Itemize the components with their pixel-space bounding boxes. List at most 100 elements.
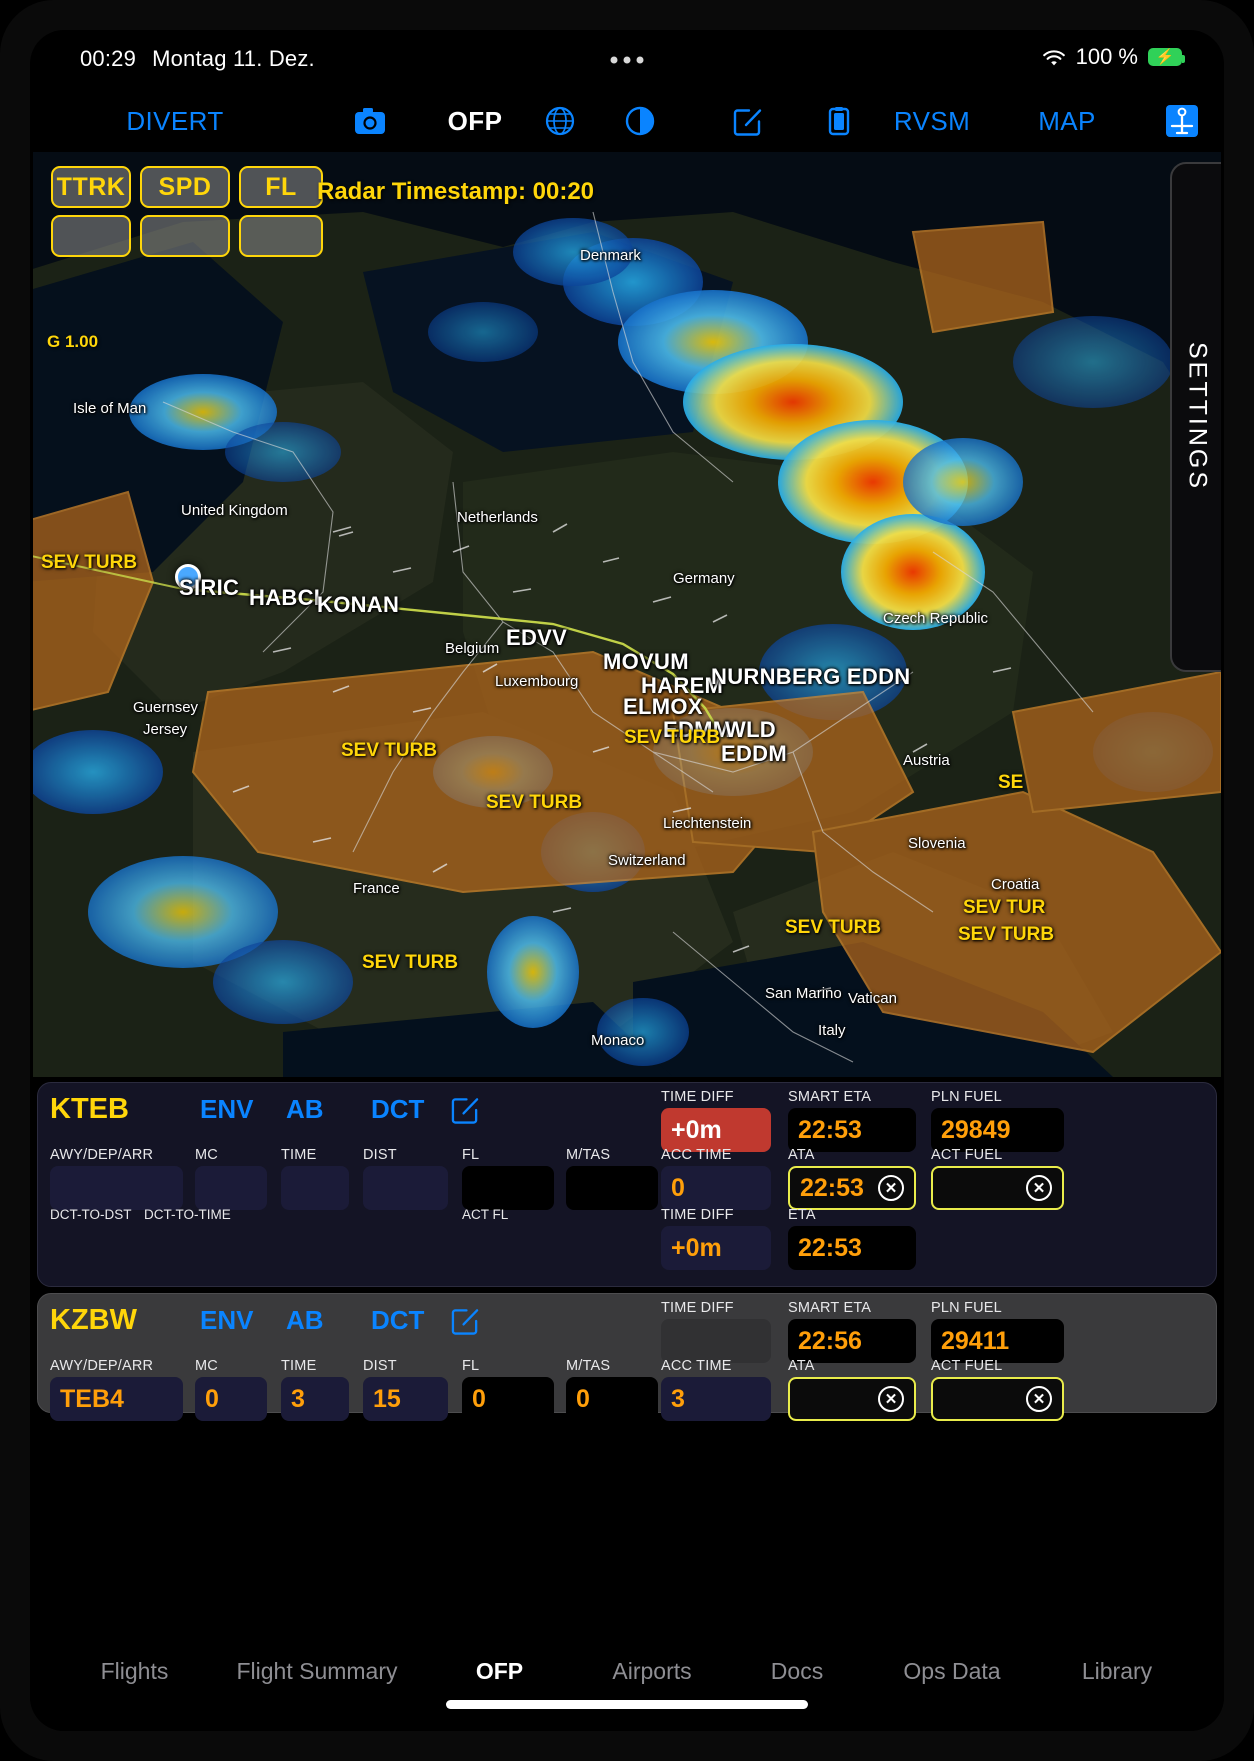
map-sigmet-label: SEV TURB [486,792,583,813]
overlay-button-fl-value[interactable] [239,215,323,257]
overlay-button-ttrk[interactable]: TTRK [51,166,131,208]
value-acc-time-kteb[interactable]: 0 [661,1166,771,1210]
rvsm-button[interactable]: RVSM [872,90,992,152]
dct-button-kzbw[interactable]: DCT [371,1305,451,1336]
globe-icon[interactable] [530,90,590,152]
leg-panel-kzbw[interactable]: KZBW ENV AB DCT AWY/DEP/ARR TEB4 MC 0 TI… [37,1293,1217,1421]
ab-button-kteb[interactable]: AB [286,1094,371,1125]
value-acc-time-kzbw[interactable]: 3 [661,1377,771,1421]
tab-airports[interactable]: Airports [575,1658,730,1685]
weather-radar-map[interactable]: TTRK SPD FL Radar Timestamp: 00:20 G 1.0… [33,152,1221,1077]
input-fl-kzbw[interactable]: 0 [462,1377,554,1421]
edit-square-icon[interactable] [451,1095,480,1124]
map-country-label: Italy [818,1022,846,1039]
airport-code-kzbw[interactable]: KZBW [50,1304,200,1337]
multitask-dots[interactable] [610,56,644,64]
overlay-button-spd-value[interactable] [140,215,230,257]
tab-docs[interactable]: Docs [730,1658,865,1685]
value-smart-eta-kteb: 22:53 [788,1108,916,1152]
field-acc-time-kteb: ACC TIME 0 [661,1147,771,1210]
app-toolbar: DIVERT OFP RVSM MAP [30,90,1224,152]
field-time-kzbw: TIME 3 [281,1358,349,1421]
map-waypoint-label: EDDM [721,741,787,766]
overlay-button-ttrk-value[interactable] [51,215,131,257]
overlay-button-spd[interactable]: SPD [140,166,230,208]
map-country-label: Czech Republic [883,610,989,627]
map-country-label: Luxembourg [495,673,579,690]
input-ata-kteb[interactable]: 22:53 ✕ [788,1166,916,1210]
clear-icon[interactable]: ✕ [1026,1386,1052,1412]
input-mc-kteb[interactable] [195,1166,267,1210]
field-label: SMART ETA [788,1300,872,1316]
map-country-label: Slovenia [908,835,966,852]
clipboard-icon[interactable] [806,90,872,152]
edit-square-icon[interactable] [690,90,806,152]
tab-flight-summary[interactable]: Flight Summary [210,1658,425,1685]
input-time-kzbw[interactable]: 3 [281,1377,349,1421]
input-awy-dep-arr-kzbw[interactable]: TEB4 [50,1377,183,1421]
sublabel-dct-to-time: DCT-TO-TIME [144,1207,231,1222]
map-button[interactable]: MAP [992,90,1142,152]
aircraft-position-icon[interactable] [1142,90,1222,152]
airport-code-kteb[interactable]: KTEB [50,1093,200,1126]
field-label: FL [462,1358,480,1374]
map-country-label: Liechtenstein [663,815,752,832]
field-time-kteb: TIME [281,1147,349,1210]
tab-flights[interactable]: Flights [60,1658,210,1685]
ab-button-kzbw[interactable]: AB [286,1305,371,1336]
field-act-fuel-kzbw: ACT FUEL ✕ [931,1358,1064,1421]
input-ata-kzbw[interactable]: ✕ [788,1377,916,1421]
ata-value-kteb: 22:53 [800,1173,864,1202]
map-sigmet-label: SEV TURB [341,740,438,761]
edit-square-icon[interactable] [451,1306,480,1335]
value-pln-fuel-kteb: 29849 [931,1108,1064,1152]
field-label: DIST [363,1147,397,1163]
leg-panel-kteb[interactable]: KTEB ENV AB DCT AWY/DEP/ARR MC TIME DIST… [37,1082,1217,1287]
input-awy-dep-arr-kteb[interactable] [50,1166,183,1210]
tab-ops-data[interactable]: Ops Data [865,1658,1040,1685]
battery-percent: 100 % [1075,44,1138,69]
map-country-label: Belgium [445,640,500,657]
field-dist-kteb: DIST [363,1147,448,1210]
contrast-icon[interactable] [590,90,690,152]
input-act-fuel-kteb[interactable]: ✕ [931,1166,1064,1210]
tab-ofp[interactable]: OFP [425,1658,575,1685]
app-screen: 00:29 Montag 11. Dez. 100 % ⚡ DIVERT OFP… [30,30,1224,1731]
field-act-fuel-kteb: ACT FUEL ✕ [931,1147,1064,1210]
field-mc-kzbw: MC 0 [195,1358,267,1421]
overlay-button-fl[interactable]: FL [239,166,323,208]
settings-drawer-tab[interactable]: SETTINGS [1170,162,1221,672]
field-pln-fuel-kteb: PLN FUEL 29849 [931,1089,1064,1152]
field-ata-kzbw: ATA ✕ [788,1358,916,1421]
input-time-kteb[interactable] [281,1166,349,1210]
field-mtas-kzbw: M/TAS 0 [566,1358,658,1421]
clear-icon[interactable]: ✕ [878,1386,904,1412]
input-mc-kzbw[interactable]: 0 [195,1377,267,1421]
input-dist-kzbw[interactable]: 15 [363,1377,448,1421]
divert-button[interactable]: DIVERT [30,90,320,152]
camera-icon[interactable] [320,90,420,152]
field-label: ACC TIME [661,1358,732,1374]
field-eta-kteb: ETA 22:53 [788,1207,916,1270]
input-dist-kteb[interactable] [363,1166,448,1210]
status-bar-left: 00:29 Montag 11. Dez. [80,46,315,72]
input-fl-kteb[interactable] [462,1166,554,1210]
value-time-diff-kzbw [661,1319,771,1363]
field-label: PLN FUEL [931,1300,1002,1316]
status-bar: 00:29 Montag 11. Dez. 100 % ⚡ [30,30,1224,90]
input-act-fuel-kzbw[interactable]: ✕ [931,1377,1064,1421]
input-mtas-kteb[interactable] [566,1166,658,1210]
clear-icon[interactable]: ✕ [878,1175,904,1201]
status-bar-right: 100 % ⚡ [1042,44,1185,70]
map-country-label: Denmark [580,247,641,264]
status-date: Montag 11. Dez. [152,46,315,71]
map-country-label: Jersey [143,721,188,738]
field-label: AWY/DEP/ARR [50,1147,154,1163]
home-indicator[interactable] [446,1700,808,1709]
input-mtas-kzbw[interactable]: 0 [566,1377,658,1421]
clear-icon[interactable]: ✕ [1026,1175,1052,1201]
env-button-kzbw[interactable]: ENV [200,1305,286,1336]
dct-button-kteb[interactable]: DCT [371,1094,451,1125]
tab-library[interactable]: Library [1040,1658,1195,1685]
env-button-kteb[interactable]: ENV [200,1094,286,1125]
